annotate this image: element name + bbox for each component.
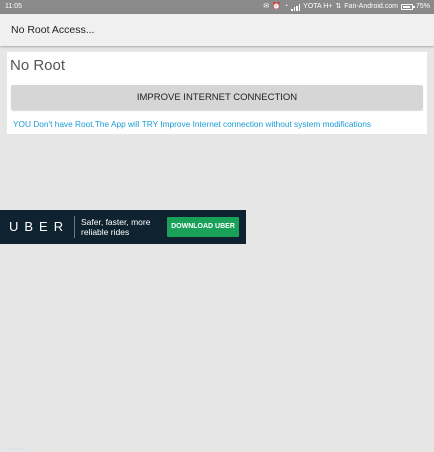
battery-label: 75% [415,3,430,10]
download-uber-button[interactable]: DOWNLOAD UBER [167,217,239,237]
app-bar: No Root Access... [0,14,434,46]
improve-internet-button[interactable]: IMPROVE INTERNET CONNECTION [11,85,423,110]
status-time: 11:05 [5,3,22,10]
alarm-icon: ⏰ [272,3,281,10]
status-bar: 11:05 ✉ ⏰ ◔ YOTA H+ ⇅ Fan-Android.com 75… [0,0,434,14]
usb-icon: ⇅ [335,3,342,10]
ad-divider [74,216,75,238]
ad-attribution: RevMob ads [2,446,25,451]
root-status-card: No Root IMPROVE INTERNET CONNECTION YOU … [7,52,427,134]
mail-icon: ✉ [263,3,270,10]
status-icons: ✉ ⏰ ◔ YOTA H+ ⇅ Fan-Android.com 75% [263,0,430,14]
app-title: No Root Access... [11,24,95,36]
card-title: No Root [10,57,66,74]
site-label: Fan-Android.com [344,3,398,10]
wifi-icon: ◔ [283,3,289,10]
signal-icon [291,3,301,11]
battery-icon [400,4,415,10]
info-text: YOU Don't have Root.The App will TRY Imp… [13,119,372,129]
ad-banner[interactable]: UBER Safer, faster, more reliable rides … [0,210,246,451]
uber-logo: UBER [9,219,70,234]
carrier-label: YOTA H+ [303,3,333,10]
ad-tagline: Safer, faster, more reliable rides [81,217,151,237]
